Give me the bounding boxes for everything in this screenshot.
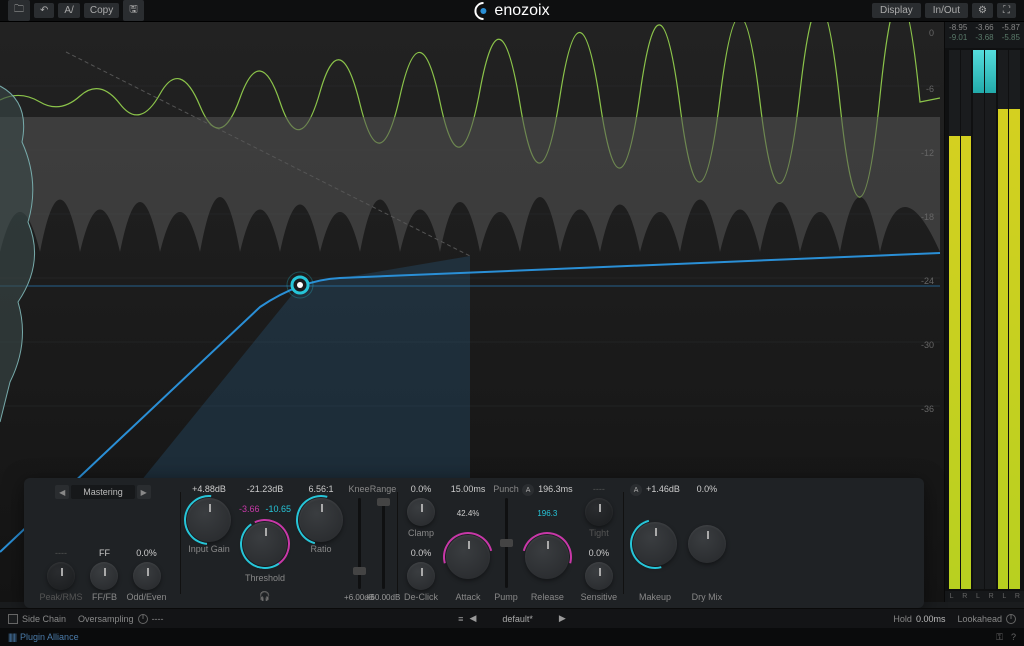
- tight-value: ----: [593, 484, 605, 496]
- copy-button[interactable]: Copy: [84, 3, 119, 18]
- folder-icon: 🗀: [14, 2, 24, 19]
- lookahead-toggle[interactable]: [1006, 614, 1016, 624]
- drymix-label: Dry Mix: [692, 592, 723, 602]
- ff-fb-knob[interactable]: [90, 562, 118, 590]
- bottom-bar: Side Chain Oversampling---- ≡ ◀ default*…: [0, 608, 1024, 628]
- preset-prev[interactable]: ◀: [55, 485, 69, 499]
- sensitive-knob[interactable]: [585, 562, 613, 590]
- ratio-label: Ratio: [311, 544, 332, 554]
- ab-toggle[interactable]: A/: [58, 3, 79, 18]
- ff-value: FF: [99, 548, 110, 560]
- input-gain-knob[interactable]: [187, 498, 231, 542]
- peak-label: Peak/RMS: [39, 592, 82, 602]
- meter-in-l: [949, 50, 960, 589]
- clamp-value: 0.0%: [411, 484, 432, 496]
- pa-logo-icon: ||||||: [8, 632, 16, 642]
- top-toolbar: 🗀 ↶ A/ Copy 🖫 enozoix Display In/Out ⚙ ⛶: [0, 0, 1024, 22]
- controls-panel: ◀ Mastering ▶ ---- Peak/RMS FF FF/FB 0.0…: [24, 478, 924, 608]
- plugin-alliance-bar: |||||| Plugin Alliance ⚿ ?: [0, 628, 1024, 646]
- preset-name[interactable]: Mastering: [71, 485, 135, 499]
- drymix-knob[interactable]: [688, 525, 726, 563]
- release-readout: 196.3: [537, 509, 557, 521]
- auto-release[interactable]: A: [522, 484, 534, 496]
- odd-value: 0.0%: [136, 548, 157, 560]
- range-slider[interactable]: Range +60.00dB: [371, 484, 395, 602]
- sensitive-value: 0.0%: [589, 548, 610, 560]
- meter-in-r: [961, 50, 972, 589]
- preset-prev-bottom[interactable]: ◀: [469, 613, 476, 624]
- brand-logo: enozoix: [474, 2, 549, 20]
- settings-button[interactable]: ⚙: [972, 3, 993, 18]
- ratio-knob[interactable]: [299, 498, 343, 542]
- inout-dropdown[interactable]: In/Out: [925, 3, 968, 18]
- expand-button[interactable]: ⛶: [997, 3, 1016, 18]
- key-icon[interactable]: ⚿: [996, 632, 1003, 643]
- gear-icon: ⚙: [978, 5, 987, 16]
- pa-label: Plugin Alliance: [20, 632, 79, 642]
- ff-label: FF/FB: [92, 592, 117, 602]
- makeup-knob[interactable]: [633, 522, 677, 566]
- odd-label: Odd/Even: [126, 592, 166, 602]
- odd-even-knob[interactable]: [133, 562, 161, 590]
- threshold-knob[interactable]: [243, 522, 287, 566]
- preset-next-bottom[interactable]: ▶: [559, 613, 566, 624]
- undo-button[interactable]: ↶: [34, 3, 54, 18]
- attack-label: Attack: [456, 592, 481, 602]
- threshold-value: -21.23dB: [247, 484, 284, 496]
- drymix-value: 0.0%: [697, 484, 718, 496]
- preset-next[interactable]: ▶: [137, 485, 151, 499]
- declick-value: 0.0%: [411, 548, 432, 560]
- oversampling-toggle[interactable]: [138, 614, 148, 624]
- release-value: 196.3ms: [538, 484, 573, 496]
- tight-knob[interactable]: [585, 498, 613, 526]
- sidechain-toggle[interactable]: [8, 614, 18, 624]
- meter-gr-r: [985, 50, 996, 589]
- makeup-value: +1.46dB: [646, 484, 680, 496]
- peak-value: ----: [55, 548, 67, 560]
- auto-makeup[interactable]: A: [630, 484, 642, 496]
- attack-knob[interactable]: [446, 535, 490, 579]
- level-meters: -8.95-9.01 -3.66-3.68 -5.87-5.85 LR LR L…: [944, 22, 1024, 602]
- input-gain-label: Input Gain: [188, 544, 230, 554]
- preset-display[interactable]: default*: [482, 614, 553, 624]
- knee-slider[interactable]: Knee +6.00dB: [347, 484, 371, 602]
- meter-readouts: -8.95-9.01 -3.66-3.68 -5.87-5.85: [945, 22, 1024, 48]
- help-button[interactable]: ?: [1011, 632, 1016, 643]
- makeup-label: Makeup: [639, 592, 671, 602]
- pump-slider[interactable]: Punch Pump: [494, 484, 518, 602]
- display-dropdown[interactable]: Display: [872, 3, 921, 18]
- save-button[interactable]: 🖫: [123, 0, 144, 21]
- preset-menu-icon[interactable]: ≡: [458, 614, 463, 624]
- release-knob[interactable]: [525, 535, 569, 579]
- folder-button[interactable]: 🗀: [8, 0, 30, 21]
- meter-gr-l: [973, 50, 984, 589]
- declick-label: De-Click: [404, 592, 438, 602]
- gain-reduction-readout: -3.66 -10.65: [239, 504, 291, 514]
- meter-out-r: [1009, 50, 1020, 589]
- expand-icon: ⛶: [1003, 5, 1010, 16]
- peak-rms-knob[interactable]: [47, 562, 75, 590]
- declick-knob[interactable]: [407, 562, 435, 590]
- meter-out-l: [998, 50, 1009, 589]
- threshold-label: Threshold: [245, 573, 285, 583]
- attack-pct: 42.4%: [457, 509, 480, 521]
- tight-label: Tight: [589, 528, 609, 538]
- attack-value: 15.00ms: [451, 484, 486, 496]
- solo-icon[interactable]: 🎧: [259, 591, 270, 602]
- sensitive-label: Sensitive: [581, 592, 618, 602]
- clamp-knob[interactable]: [407, 498, 435, 526]
- clamp-label: Clamp: [408, 528, 434, 538]
- release-label: Release: [531, 592, 564, 602]
- logo-icon: [471, 0, 496, 23]
